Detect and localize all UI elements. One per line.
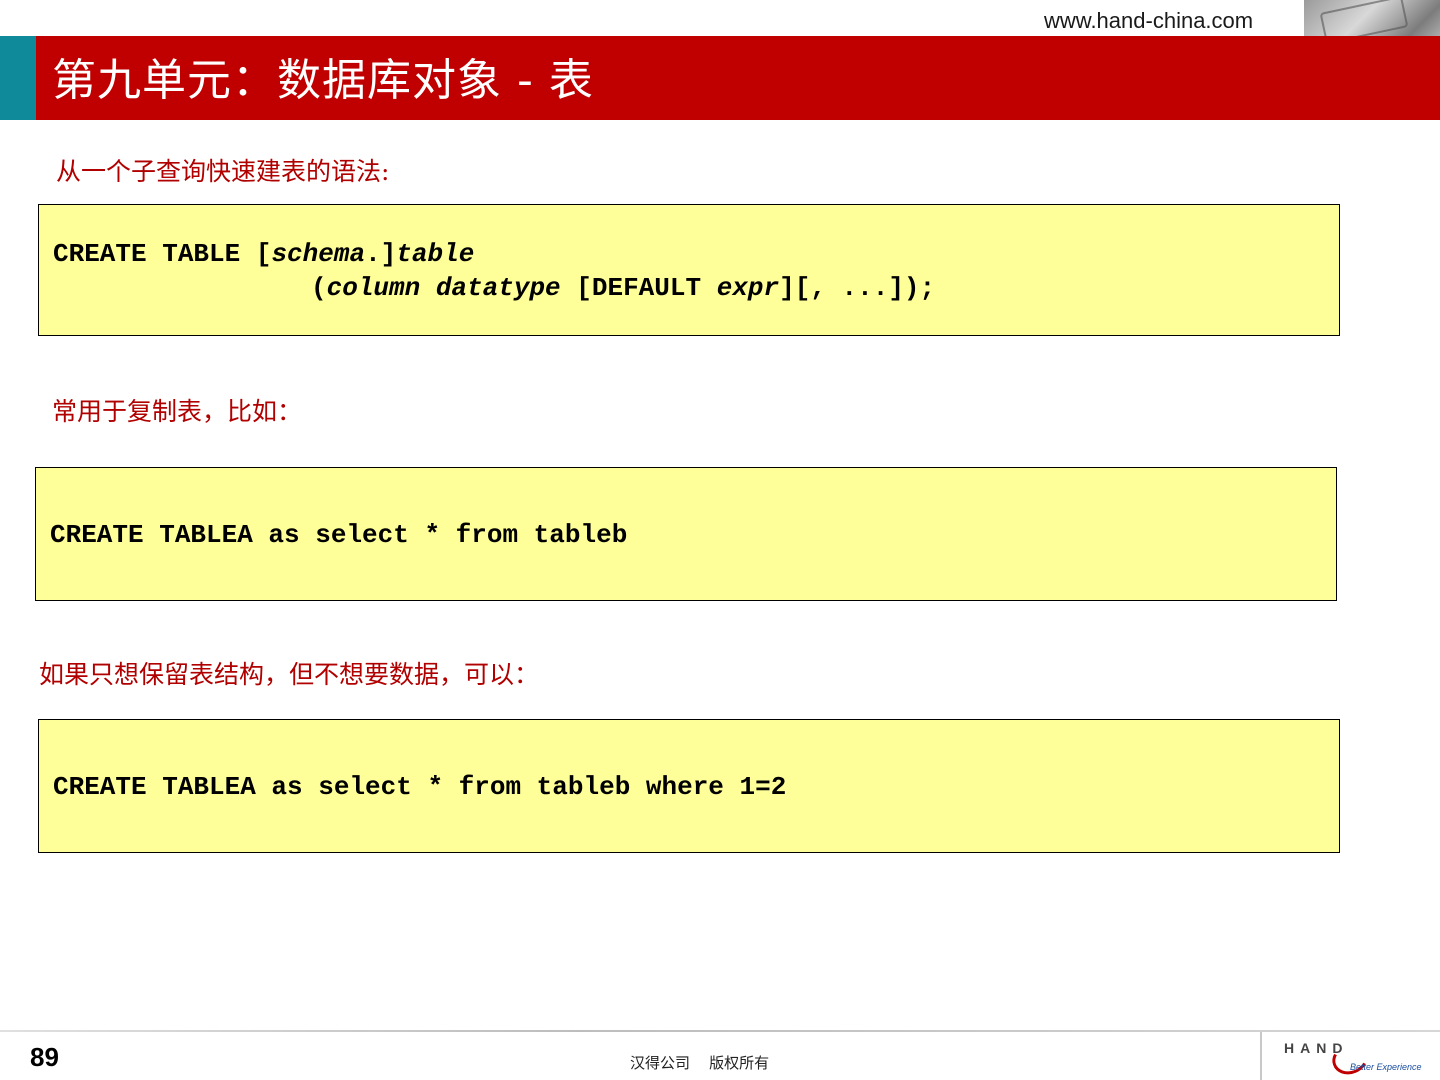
hand-logo: HAND Better Experience [1260,1032,1440,1080]
code-keyword: ][, ...]); [779,273,936,303]
code-keyword: ( [311,273,327,303]
code-placeholder: column datatype [326,273,561,303]
logo-tagline: Better Experience [1350,1062,1422,1072]
code-placeholder: table [396,239,475,269]
code-keyword: CREATE TABLE [ [53,239,272,269]
caption-copy-table: 常用于复制表，比如： [52,397,303,426]
code-keyword: .] [365,239,397,269]
code-line-2: (column datatype [DEFAULT expr][, ...]); [311,273,935,303]
caption-structure-only: 如果只想保留表结构，但不想要数据，可以： [39,660,540,689]
code-line: CREATE TABLEA as select * from tableb wh… [53,772,787,802]
code-line-1: CREATE TABLE [schema.]table [53,239,474,269]
copyright-text: 汉得公司 版权所有 [630,1054,770,1072]
code-box-structure-only: CREATE TABLEA as select * from tableb wh… [38,719,1340,853]
code-box-copy-table: CREATE TABLEA as select * from tableb [35,467,1337,601]
code-placeholder: expr [716,273,780,303]
code-line: CREATE TABLEA as select * from tableb [50,520,628,550]
footer-divider [0,1030,1440,1032]
caption-syntax: 从一个子查询快速建表的语法: [56,157,390,186]
page-number: 89 [30,1042,59,1072]
code-placeholder: schema [271,239,366,269]
title-accent-stripe [0,36,36,120]
code-keyword: [DEFAULT [560,273,717,303]
slide-title: 第九单元：数据库对象 - 表 [52,55,594,106]
code-box-syntax: CREATE TABLE [schema.]table (column data… [38,204,1340,336]
site-url: www.hand-china.com [1044,8,1254,33]
